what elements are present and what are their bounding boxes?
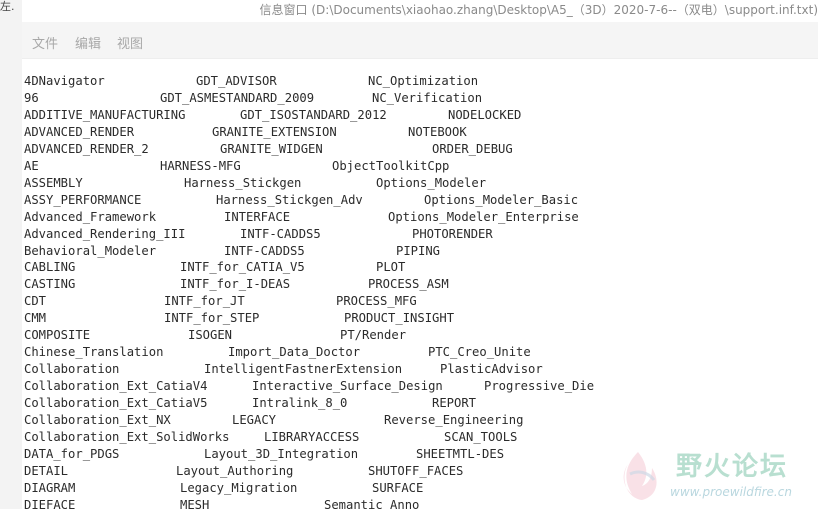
text-line-entry: COMPOSITE [24,328,91,343]
left-window-edge: 左. [0,0,23,509]
window-title: 信息窗口 (D:\Documents\xiaohao.zhang\Desktop… [259,3,818,17]
left-window-text-fragment: 左. [0,0,15,13]
text-line-entry: ADVANCED_RENDER [24,124,135,139]
text-line-entry: PlasticAdvisor [440,362,543,377]
text-line-entry: LIBRARYACCESS [264,429,360,444]
text-line-entry: IntelligentFastnerExtension [204,362,403,377]
text-line-entry: DIEFACE [24,497,76,509]
menu-edit[interactable]: 编辑 [75,33,101,52]
text-line-entry: SHUTOFF_FACES [368,463,464,478]
text-line-entry: INTF_for_JT [164,294,245,309]
text-line-entry: Behavioral_Modeler [24,243,157,258]
text-line-entry: ISOGEN [188,328,233,343]
text-line-entry: INTF_for_I-DEAS [180,277,291,292]
text-line-entry: CMM [24,311,47,326]
text-line-entry: SHEETMTL-DES [416,446,505,461]
text-line-entry: Advanced_Rendering_III [24,226,186,241]
text-line-entry: GRANITE_EXTENSION [212,124,337,139]
text-line-entry: PHOTORENDER [412,226,493,241]
text-line-entry: Options_Modeler [376,175,487,190]
watermark-url: www.proewildfire.cn [670,485,792,499]
text-line-entry: Import_Data_Doctor [228,345,361,360]
text-line-entry: GRANITE_WIDGEN [220,141,323,156]
text-line-entry: Harness_Stickgen [184,175,302,190]
text-line-entry: AE [24,158,39,173]
text-line-entry: SURFACE [372,480,424,495]
text-line-entry: PIPING [396,243,441,258]
text-line-entry: INTF_for_CATIA_V5 [180,260,305,275]
text-line-entry: PRODUCT_INSIGHT [344,311,455,326]
text-line-entry: GDT_ISOSTANDARD_2012 [240,107,387,122]
text-line-entry: ADVANCED_RENDER_2 [24,141,149,156]
text-line-entry: 4DNavigator [24,74,105,88]
menu-view[interactable]: 视图 [117,33,143,52]
text-line-entry: NC_Verification [372,90,483,105]
text-line-entry: CDT [24,294,47,309]
text-line-entry: Interactive_Surface_Design [252,379,443,394]
menu-file[interactable]: 文件 [32,33,58,52]
text-line-entry: ObjectToolkitCpp [332,158,450,173]
text-line-entry: CASTING [24,277,76,292]
text-line-entry: GDT_ASMESTANDARD_2009 [160,90,315,105]
flame-logo-icon [623,452,657,500]
text-line-entry: Intralink_8_0 [252,396,348,411]
text-line-entry: CABLING [24,260,76,275]
watermark-title: 野火论坛 [676,452,789,482]
text-line-entry: LEGACY [232,413,277,427]
text-line-entry: PTC_Creo_Unite [428,345,531,360]
text-line-entry: Legacy_Migration [180,480,298,495]
text-line-entry: Harness_Stickgen_Adv [216,192,363,207]
text-line-entry: REPORT [432,396,477,411]
text-line-entry: PLOT [376,260,406,275]
text-line-entry: DATA_for_PDGS [24,446,120,461]
text-line-entry: ASSY_PERFORMANCE [24,192,142,207]
text-line-entry: Reverse_Engineering [384,413,524,427]
text-line-entry: DETAIL [24,463,69,478]
text-line-entry: INTF_for_STEP [164,311,260,326]
text-line-entry: Collaboration_Ext_SolidWorks [24,429,230,444]
text-line-entry: ORDER_DEBUG [432,141,513,156]
text-line-entry: Options_Modeler_Enterprise [388,209,579,224]
text-line-entry: Collaboration_Ext_NX [24,413,171,427]
text-line-entry: Advanced_Framework [24,209,157,224]
text-line-entry: ADDITIVE_MANUFACTURING [24,107,186,122]
text-line-entry: MESH [180,497,210,509]
text-line-entry: 96 [24,90,39,105]
text-line-entry: PT/Render [340,328,407,343]
text-line-entry: NODELOCKED [448,107,522,122]
text-line-entry: INTF-CADDS5 [240,226,321,241]
text-line-entry: Collaboration_Ext_CatiaV4 [24,379,208,394]
text-line-entry: INTERFACE [224,209,291,224]
title-bar: 信息窗口 (D:\Documents\xiaohao.zhang\Desktop… [22,0,818,22]
text-line-entry: DIAGRAM [24,480,76,495]
text-line-entry: Semantic_Anno [324,497,420,509]
text-line-entry: PROCESS_MFG [336,294,417,309]
text-line-entry: Progressive_Die [484,379,595,394]
text-line-entry: Options_Modeler_Basic [424,192,579,207]
text-line-entry: Chinese_Translation [24,345,164,360]
text-line-entry: ASSEMBLY [24,175,83,190]
text-line-entry: Collaboration_Ext_CatiaV5 [24,396,208,411]
text-line-entry: PROCESS_ASM [368,277,449,292]
text-line-entry: Collaboration [24,362,120,377]
text-line-entry: Layout_3D_Integration [204,446,359,461]
text-line-entry: INTF-CADDS5 [224,243,305,258]
menu-bar: 文件 编辑 视图 [22,22,818,59]
forum-watermark: 野火论坛 www.proewildfire.cn [604,440,818,509]
text-line-entry: Layout_Authoring [176,463,294,478]
text-line-entry: GDT_ADVISOR [196,74,277,88]
text-line-entry: NC_Optimization [368,74,479,88]
text-line-entry: NOTEBOOK [408,124,467,139]
text-line-entry: HARNESS-MFG [160,158,241,173]
text-line-entry: SCAN_TOOLS [444,429,518,444]
